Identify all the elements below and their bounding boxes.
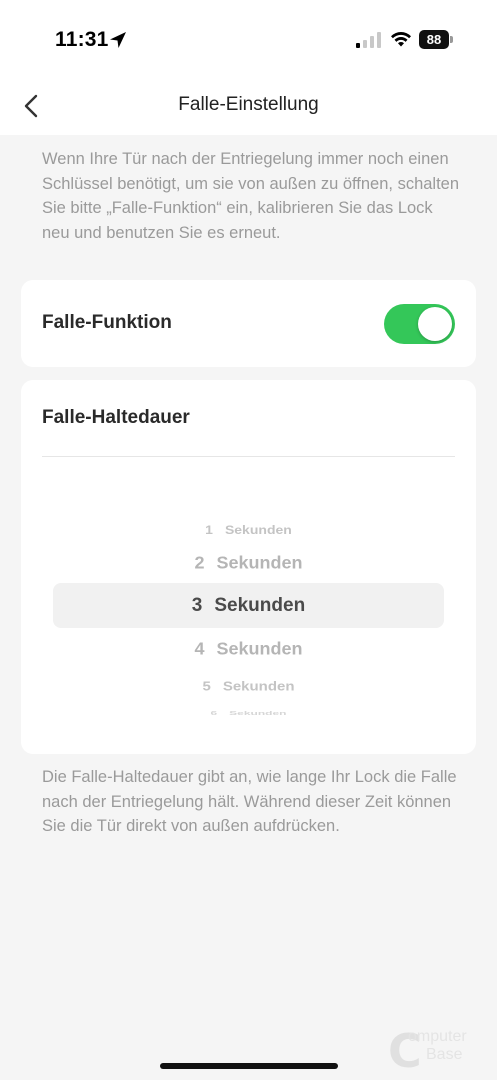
falle-funktion-label: Falle-Funktion	[42, 312, 172, 333]
back-button[interactable]	[18, 90, 46, 122]
home-indicator[interactable]	[160, 1063, 338, 1069]
picker-option-number: 1	[205, 523, 213, 537]
location-arrow-icon	[110, 32, 126, 48]
chevron-left-icon	[24, 94, 38, 118]
nav-bar: Falle-Einstellung	[0, 80, 497, 135]
falle-funktion-card: Falle-Funktion	[21, 280, 476, 367]
picker-option-number: 6	[210, 709, 218, 717]
picker-option-3-selected[interactable]: 3 Sekunden	[21, 594, 476, 618]
intro-description: Wenn Ihre Tür nach der Entriegelung imme…	[42, 150, 460, 242]
battery-tip	[450, 36, 453, 43]
picker-option-unit: Sekunden	[216, 553, 303, 573]
toggle-knob	[418, 307, 452, 341]
divider	[42, 456, 455, 457]
picker-option-unit: Sekunden	[224, 523, 292, 537]
status-bar: 11:31 88	[0, 0, 497, 80]
picker-option-unit: Sekunden	[222, 679, 295, 694]
picker-option-unit: Sekunden	[229, 709, 287, 717]
picker-option-2[interactable]: 2 Sekunden	[21, 552, 476, 575]
watermark-line1: omputer	[408, 1028, 467, 1045]
picker-option-5[interactable]: 5 Sekunden	[21, 677, 476, 697]
computerbase-watermark: C omputer Base	[384, 1022, 494, 1078]
falle-haltedauer-card: Falle-Haltedauer 1 Sekunden 2 Sekunden 3 Se…	[21, 380, 476, 754]
wifi-icon	[391, 31, 411, 47]
status-time: 11:31	[55, 28, 109, 51]
picker-option-number: 3	[191, 595, 203, 616]
picker-option-4[interactable]: 4 Sekunden	[21, 638, 476, 661]
page-title: Falle-Einstellung	[178, 94, 319, 115]
footer-description: Die Falle-Haltedauer gibt an, wie lange …	[42, 768, 457, 835]
watermark-line2: Base	[426, 1046, 463, 1063]
battery-icon: 88	[419, 30, 449, 49]
picker-option-1[interactable]: 1 Sekunden	[21, 520, 476, 540]
picker-option-unit: Sekunden	[216, 639, 303, 659]
falle-funktion-toggle[interactable]	[384, 304, 455, 344]
picker-option-6[interactable]: 6 Sekunden	[21, 708, 476, 719]
picker-option-unit: Sekunden	[214, 595, 306, 616]
falle-haltedauer-label: Falle-Haltedauer	[42, 407, 190, 428]
cellular-signal-icon	[356, 32, 381, 48]
picker-option-number: 5	[202, 679, 211, 694]
battery-level: 88	[426, 32, 442, 47]
picker-option-number: 2	[194, 553, 205, 573]
picker-option-number: 4	[194, 639, 205, 659]
